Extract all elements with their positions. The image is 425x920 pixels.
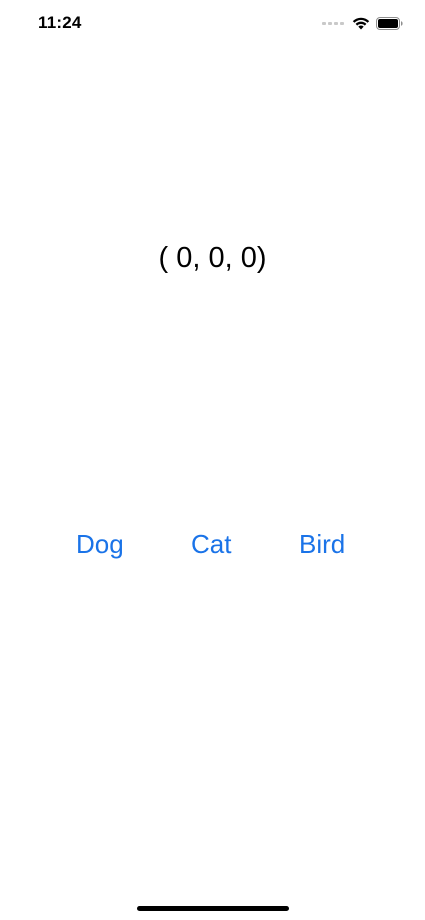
bird-button[interactable]: Bird: [299, 524, 349, 564]
home-indicator[interactable]: [137, 906, 289, 911]
signal-icon: [322, 21, 344, 25]
animal-buttons: Dog Cat Bird: [0, 524, 425, 564]
status-icons: [322, 14, 403, 32]
cat-button[interactable]: Cat: [191, 524, 237, 564]
status-time: 11:24: [38, 13, 82, 32]
wifi-icon: [352, 16, 370, 30]
dog-button[interactable]: Dog: [76, 524, 130, 564]
status-bar: 11:24: [0, 0, 425, 46]
score-label: ( 0, 0, 0): [158, 242, 267, 274]
battery-icon: [376, 16, 403, 30]
